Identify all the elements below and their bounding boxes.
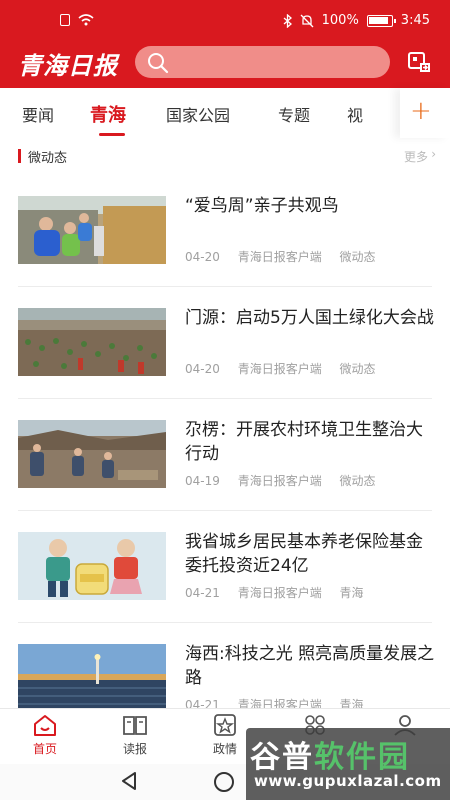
app-header: 100% 3:45 青海日报 — [0, 0, 450, 88]
news-thumbnail[interactable] — [18, 420, 166, 488]
news-source: 青海日报客户端 — [237, 474, 322, 488]
news-source: 青海日报客户端 — [237, 362, 322, 376]
tab-news[interactable]: 要闻 — [22, 102, 54, 126]
channel-tabs: 要闻 青海 国家公园 专题 视 + — [0, 88, 450, 138]
divider — [18, 622, 432, 623]
news-meta: 04-20 青海日报客户端 微动态 — [185, 360, 390, 377]
nav-home[interactable]: 首页 — [15, 713, 75, 757]
watermark-logo: 谷普软件园 — [250, 740, 410, 775]
news-tag: 微动态 — [339, 250, 376, 264]
sim-card-icon — [60, 14, 70, 26]
news-title[interactable]: “爱鸟周”亲子共观鸟 — [185, 194, 435, 218]
news-tag: 微动态 — [339, 474, 376, 488]
news-title[interactable]: 我省城乡居民基本养老保险基金委托投资近24亿 — [185, 530, 435, 578]
news-thumbnail[interactable] — [18, 196, 166, 264]
nav-label: 首页 — [32, 742, 57, 756]
news-thumbnail[interactable] — [18, 532, 166, 600]
status-bar: 100% 3:45 — [0, 0, 450, 44]
news-title[interactable]: 尕楞：开展农村环境卫生整治大行动 — [185, 418, 435, 466]
nav-label: 政情 — [212, 742, 237, 756]
tab-qinghai[interactable]: 青海 — [90, 101, 126, 127]
tree-planting-photo — [18, 308, 166, 376]
divider — [18, 510, 432, 511]
book-icon — [123, 716, 147, 735]
news-meta: 04-20 青海日报客户端 微动态 — [185, 248, 390, 265]
search-bar[interactable] — [135, 46, 390, 78]
divider — [18, 286, 432, 287]
news-thumbnail[interactable] — [18, 644, 166, 712]
news-date: 04-21 — [185, 586, 220, 600]
news-item[interactable]: “爱鸟周”亲子共观鸟 04-20 青海日报客户端 微动态 — [0, 178, 450, 290]
news-title[interactable]: 海西:科技之光 照亮高质量发展之路 — [185, 642, 435, 690]
news-title[interactable]: 门源：启动5万人国土绿化大会战 — [185, 306, 435, 330]
clock: 3:45 — [400, 13, 430, 28]
section-marker — [18, 149, 21, 163]
news-thumbnail[interactable] — [18, 308, 166, 376]
news-meta: 04-19 青海日报客户端 微动态 — [185, 472, 390, 489]
nav-read-paper[interactable]: 读报 — [105, 713, 165, 757]
tab-special-topics[interactable]: 专题 — [278, 102, 310, 126]
divider — [18, 398, 432, 399]
watermark: 谷普软件园 www.gupuxlazal.com — [246, 728, 450, 800]
news-tag: 微动态 — [339, 362, 376, 376]
battery-icon — [366, 14, 396, 27]
birdwatching-photo — [18, 196, 166, 264]
plus-icon: + — [410, 96, 432, 126]
bluetooth-icon — [283, 13, 292, 28]
active-tab-indicator — [99, 133, 125, 136]
chevron-right-icon[interactable]: › — [431, 147, 436, 161]
pension-illustration — [18, 532, 166, 600]
scan-button[interactable] — [407, 50, 433, 74]
scan-share-icon — [408, 52, 430, 72]
news-item[interactable]: 我省城乡居民基本养老保险基金委托投资近24亿 04-21 青海日报客户端 青海 — [0, 514, 450, 626]
back-icon[interactable] — [120, 771, 138, 791]
news-source: 青海日报客户端 — [237, 250, 322, 264]
battery-percent: 100% — [321, 13, 359, 28]
more-link[interactable]: 更多 — [404, 148, 428, 165]
search-icon — [148, 53, 169, 74]
news-tag: 青海 — [339, 586, 364, 600]
section-header: 微动态 更多 › — [0, 140, 450, 176]
village-cleanup-photo — [18, 420, 166, 488]
home-circle-icon[interactable] — [214, 772, 234, 792]
news-date: 04-20 — [185, 362, 220, 376]
mute-icon — [300, 14, 314, 27]
solar-plant-photo — [18, 644, 166, 712]
nav-label: 读报 — [122, 742, 147, 756]
news-item[interactable]: 门源：启动5万人国土绿化大会战 04-20 青海日报客户端 微动态 — [0, 290, 450, 402]
section-title: 微动态 — [28, 151, 68, 166]
news-date: 04-20 — [185, 250, 220, 264]
star-badge-icon — [214, 714, 236, 736]
news-item[interactable]: 尕楞：开展农村环境卫生整治大行动 04-19 青海日报客户端 微动态 — [0, 402, 450, 514]
news-meta: 04-21 青海日报客户端 青海 — [185, 584, 378, 601]
app-logo: 青海日报 — [18, 51, 118, 80]
wifi-icon — [78, 14, 94, 26]
add-channel-button[interactable]: + — [400, 88, 450, 138]
tab-national-park[interactable]: 国家公园 — [166, 102, 230, 126]
home-icon — [34, 715, 56, 736]
news-source: 青海日报客户端 — [237, 586, 322, 600]
tabs-fade — [360, 88, 400, 138]
news-date: 04-19 — [185, 474, 220, 488]
watermark-url: www.gupuxlazal.com — [254, 772, 442, 790]
